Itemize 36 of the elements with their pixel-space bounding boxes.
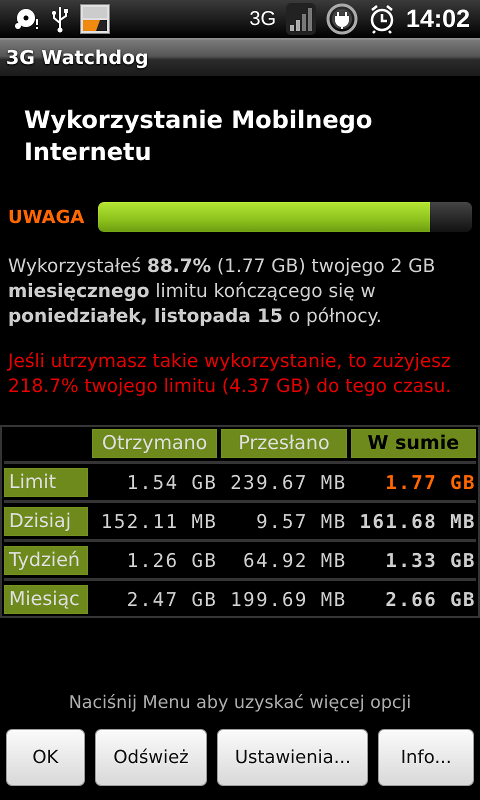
table-cell-text: 152.11 MB [100,510,218,532]
row-label: Dzisiaj [4,507,88,536]
table-cell-text: 2.66 GB [384,588,476,610]
clock: 14:02 [406,4,470,34]
table-cell-text: 2.47 GB [126,588,218,610]
data-usage-icon [80,4,110,34]
heading: Wykorzystanie Mobilnego Internetu [24,105,374,168]
column-header: W sumie [350,429,476,458]
usage-summary: Wykorzystałeś 88.7% (1.77 GB) twojego 2 GB miesięcznego limitu kończącego się w poniedziałek, listopada 15 o północy. [8,255,436,329]
usage-forecast: Jeśli utrzymasz takie wykorzystanie, to zużyjesz 218.7% twojego limitu (4.37 GB) do tego czasu. [8,350,452,399]
dialog-button[interactable]: OK [6,729,85,786]
column-header: Otrzymano [92,429,218,458]
dialog-button[interactable]: Info... [378,729,474,786]
table-cell-text: 64.92 MB [242,550,347,572]
row-label: Limit [4,468,88,497]
row-label: Miesiąc [4,585,88,614]
row-label: Tydzień [4,546,88,575]
disc-icon [14,7,40,31]
warning-label: UWAGA [8,206,84,228]
table-cell-text: 161.68 MB [358,510,476,532]
dialog-button[interactable]: Ustawienia... [217,729,368,786]
table-cell-text: 1.33 GB [384,550,476,572]
window-title: 3G Watchdog [6,47,149,69]
table-cell-text: 9.57 MB [255,510,347,532]
charging-icon [326,3,358,35]
table-cell-text: 239.67 MB [229,472,347,494]
table-cell-text: 1.77 GB [384,472,476,494]
table-cell-text: 1.26 GB [126,550,218,572]
usb-icon [50,5,70,33]
table-cell-text: 199.69 MB [229,588,347,610]
dialog-button[interactable]: Odśwież [94,729,208,786]
table-cell-text: 1.54 GB [126,472,218,494]
signal-icon [286,3,316,35]
menu-hint: Naciśnij Menu aby uzyskać więcej opcji [68,693,412,713]
network-type: 3G [249,8,276,30]
column-header: Przesłano [221,429,347,458]
